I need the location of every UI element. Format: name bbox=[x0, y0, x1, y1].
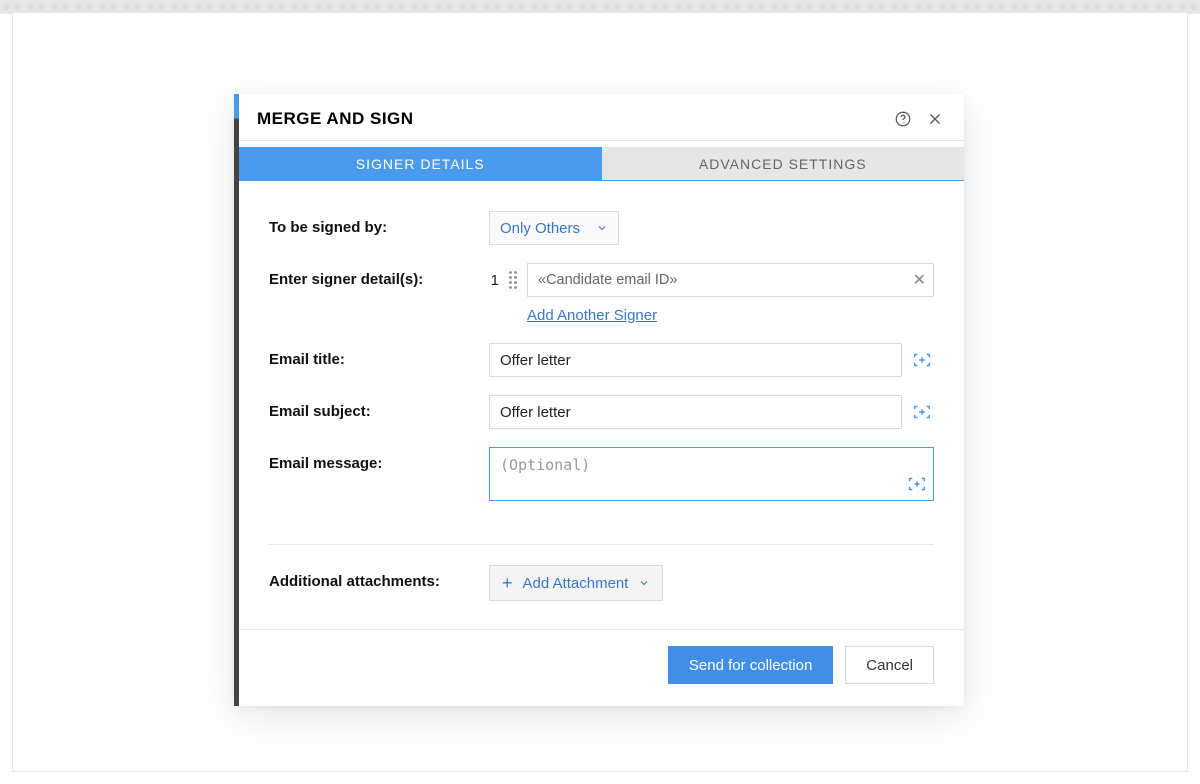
insert-field-icon[interactable] bbox=[910, 347, 934, 373]
dialog-title: MERGE AND SIGN bbox=[257, 109, 882, 129]
send-for-collection-button[interactable]: Send for collection bbox=[668, 646, 833, 684]
label-email-message: Email message: bbox=[269, 447, 489, 472]
signer-index: 1 bbox=[489, 272, 499, 289]
dialog-footer: Send for collection Cancel bbox=[239, 629, 964, 706]
close-icon[interactable] bbox=[924, 108, 946, 130]
select-value: Only Others bbox=[500, 220, 580, 237]
tab-label: SIGNER DETAILS bbox=[356, 156, 485, 172]
chevron-down-icon bbox=[596, 222, 608, 234]
insert-field-icon[interactable] bbox=[910, 399, 934, 425]
help-icon[interactable] bbox=[892, 108, 914, 130]
cancel-button[interactable]: Cancel bbox=[845, 646, 934, 684]
insert-field-icon[interactable] bbox=[906, 473, 928, 500]
add-attachment-button[interactable]: + Add Attachment bbox=[489, 565, 663, 601]
plus-icon: + bbox=[502, 574, 513, 592]
label-email-title: Email title: bbox=[269, 343, 489, 368]
signer-row: 1 ✕ bbox=[489, 263, 934, 297]
drag-handle-icon[interactable] bbox=[509, 271, 517, 289]
tabs: SIGNER DETAILS ADVANCED SETTINGS bbox=[239, 147, 964, 181]
tab-label: ADVANCED SETTINGS bbox=[699, 156, 867, 172]
dialog-header: MERGE AND SIGN bbox=[239, 94, 964, 141]
label-email-subject: Email subject: bbox=[269, 395, 489, 420]
email-subject-input[interactable] bbox=[489, 395, 902, 429]
divider bbox=[269, 544, 934, 545]
signed-by-select[interactable]: Only Others bbox=[489, 211, 619, 245]
email-message-textarea[interactable] bbox=[489, 447, 934, 501]
tab-signer-details[interactable]: SIGNER DETAILS bbox=[239, 147, 602, 180]
label-enter-signer-details: Enter signer detail(s): bbox=[269, 263, 489, 288]
label-additional-attachments: Additional attachments: bbox=[269, 565, 489, 590]
clear-icon[interactable]: ✕ bbox=[913, 270, 926, 290]
add-attachment-label: Add Attachment bbox=[523, 575, 629, 592]
add-another-signer-link[interactable]: Add Another Signer bbox=[527, 307, 657, 324]
email-title-input[interactable] bbox=[489, 343, 902, 377]
signer-email-input[interactable] bbox=[527, 263, 934, 297]
chevron-down-icon bbox=[638, 577, 650, 589]
label-to-be-signed-by: To be signed by: bbox=[269, 211, 489, 236]
tab-advanced-settings[interactable]: ADVANCED SETTINGS bbox=[602, 147, 965, 180]
merge-and-sign-dialog: MERGE AND SIGN SIGNER DETAILS ADVANCED S… bbox=[234, 94, 964, 706]
